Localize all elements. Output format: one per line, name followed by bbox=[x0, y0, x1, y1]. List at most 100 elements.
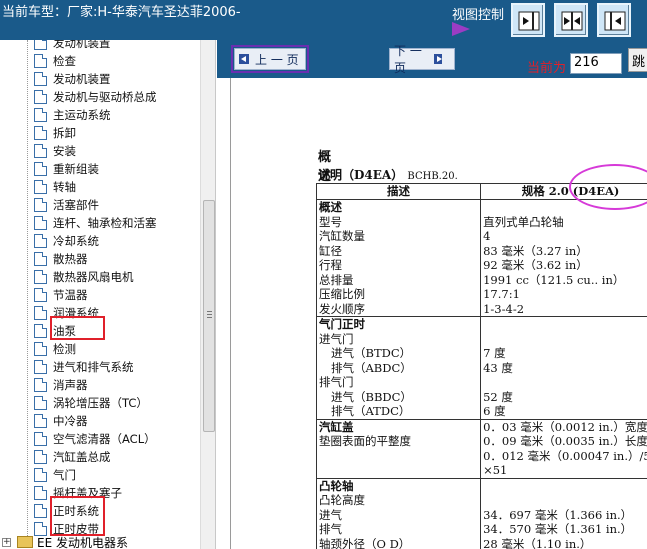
current-page-label: 当前为 bbox=[527, 61, 567, 76]
jump-button[interactable]: 跳 bbox=[628, 48, 647, 72]
tree-item[interactable]: 散热器 bbox=[34, 250, 88, 268]
tree-item[interactable]: 冷却系统 bbox=[34, 232, 99, 250]
cell-line: 凸轮轴 bbox=[319, 478, 354, 493]
view-collapse-right-button[interactable] bbox=[597, 3, 631, 37]
column-header-description: 描述 bbox=[315, 183, 482, 200]
cell-line bbox=[483, 317, 647, 332]
document-icon bbox=[34, 54, 47, 68]
tree-item-label: 检测 bbox=[53, 342, 76, 356]
cell-line: 总排量 bbox=[319, 272, 354, 287]
view-collapse-left-button[interactable] bbox=[511, 3, 545, 37]
spec-table-row: 气门正时 进气门 进气（BTDC） 排气（ABDC） 排气门 进气（BBDC） 排气（ATD… bbox=[315, 316, 647, 420]
tree-item[interactable]: 转轴 bbox=[34, 178, 76, 196]
document-icon bbox=[34, 432, 47, 446]
tree-folder-ee[interactable]: + EE 发动机电器系 bbox=[2, 534, 128, 549]
tree-item[interactable]: 汽缸盖总成 bbox=[34, 448, 111, 466]
previous-page-label: 上 一 页 bbox=[255, 52, 299, 67]
tree-item[interactable]: 检查 bbox=[34, 52, 76, 70]
spec-cell: 0．03 毫米（0.0012 in.）宽度 0．09 毫米（0.0035 in.）… bbox=[480, 418, 647, 479]
tree-item[interactable]: 消声器 bbox=[34, 376, 88, 394]
description-cell: 气门正时 进气门 进气（BTDC） 排气（ABDC） 排气门 进气（BBDC） 排气（ATD… bbox=[315, 316, 482, 420]
tree-item[interactable]: 检测 bbox=[34, 340, 76, 358]
document-icon bbox=[34, 252, 47, 266]
tree-item[interactable]: 连杆、轴承检和活塞 bbox=[34, 214, 157, 232]
tree-item[interactable]: 发动机装置 bbox=[34, 70, 111, 88]
cell-line: 排气（ATDC） bbox=[331, 404, 411, 418]
cell-line: 排气门 bbox=[319, 375, 354, 389]
cell-line: 压缩比例 bbox=[319, 287, 365, 301]
cell-line: 凸轮高度 bbox=[319, 493, 365, 507]
tree-item-label: 发动机装置 bbox=[53, 40, 111, 50]
tree-item-label: 连杆、轴承检和活塞 bbox=[53, 216, 157, 230]
tree-item-label: 安装 bbox=[53, 144, 76, 158]
cell-line: 排气（ABDC） bbox=[331, 360, 412, 375]
arrow-right-icon bbox=[433, 54, 442, 64]
cell-line: 0．09 毫米（0.0035 in.）长度 bbox=[483, 434, 647, 448]
cell-line bbox=[483, 493, 647, 508]
document-icon bbox=[34, 306, 47, 320]
tree-item[interactable]: 主运动系统 bbox=[34, 106, 111, 124]
tree-item[interactable]: 发动机装置 bbox=[34, 40, 111, 52]
document-icon bbox=[34, 90, 47, 104]
cell-line: 汽缸数量 bbox=[319, 229, 365, 243]
tree-item[interactable]: 进气和排气系统 bbox=[34, 358, 134, 376]
highlight-box-oil-pump bbox=[50, 316, 105, 340]
tree-item[interactable]: 重新组装 bbox=[34, 160, 99, 178]
scrollbar-thumb[interactable] bbox=[203, 200, 215, 432]
spec-cell: 7 度 43 度 52 度6 度 bbox=[480, 316, 647, 420]
current-page-input[interactable]: 216 bbox=[570, 53, 622, 74]
panel-left-icon bbox=[604, 11, 626, 31]
tree-item[interactable]: 节温器 bbox=[34, 286, 88, 304]
cell-line: 43 度 bbox=[483, 360, 513, 375]
cell-line: 直列式单凸轮轴 bbox=[483, 214, 564, 229]
document-viewer[interactable]: 概述 说明（D4EA） BCHB.20. 描述 规格 2.0 (D4EA) 概述… bbox=[230, 78, 647, 549]
cell-line: ×51 bbox=[483, 463, 508, 477]
section-subtitle: 说明（D4EA） BCHB.20. bbox=[318, 166, 458, 183]
spec-table: 描述 规格 2.0 (D4EA) 概述 型号 汽缸数量 缸径 行程 总排量 压缩比例 发火顺序… bbox=[315, 183, 647, 549]
cell-line: 汽缸盖 bbox=[319, 419, 354, 434]
spec-table-body: 概述 型号 汽缸数量 缸径 行程 总排量 压缩比例 发火顺序 直列式单凸轮轴 4 83 毫米（3.… bbox=[315, 199, 647, 549]
view-control-arrow-icon bbox=[452, 22, 470, 36]
folder-icon bbox=[17, 536, 33, 548]
document-icon bbox=[34, 450, 47, 464]
cell-line: 进气 bbox=[319, 507, 342, 522]
tree-vertical-scrollbar[interactable] bbox=[200, 40, 215, 549]
tree-item[interactable]: 安装 bbox=[34, 142, 76, 160]
spec-cell: 34．697 毫米（1.366 in.） 34．570 毫米（1.361 in.）… bbox=[480, 477, 647, 549]
tree-item[interactable]: 涡轮增压器（TC） bbox=[34, 394, 148, 412]
tree-item[interactable]: 拆卸 bbox=[34, 124, 76, 142]
panel-right-icon bbox=[518, 11, 540, 31]
cell-line bbox=[483, 332, 647, 347]
tree-item[interactable]: 发动机与驱动桥总成 bbox=[34, 88, 157, 106]
previous-page-button[interactable]: 上 一 页 bbox=[231, 45, 309, 73]
cell-line: 83 毫米（3.27 in） bbox=[483, 243, 588, 258]
document-icon bbox=[34, 396, 47, 410]
tree-item[interactable]: 气门 bbox=[34, 466, 76, 484]
tree-item-label: 发动机装置 bbox=[53, 72, 111, 86]
tree-item[interactable]: 空气滤清器（ACL） bbox=[34, 430, 156, 448]
tree-item[interactable]: 散热器风扇电机 bbox=[34, 268, 134, 286]
document-icon bbox=[34, 360, 47, 374]
tree-item[interactable]: 活塞部件 bbox=[34, 196, 99, 214]
document-icon bbox=[34, 72, 47, 86]
tree-item-label: 拆卸 bbox=[53, 126, 76, 140]
cell-line: 概述 bbox=[319, 200, 342, 214]
tree-connector-line bbox=[27, 40, 28, 540]
expand-icon[interactable]: + bbox=[2, 537, 11, 547]
tree-item-label: 重新组装 bbox=[53, 162, 99, 176]
document-icon bbox=[34, 198, 47, 212]
cell-line: 气门正时 bbox=[319, 317, 365, 331]
tree-item-label: 活塞部件 bbox=[53, 198, 99, 212]
document-icon bbox=[34, 108, 47, 122]
view-split-button[interactable] bbox=[554, 3, 588, 37]
tree-item[interactable]: 中冷器 bbox=[34, 412, 88, 430]
tree-item-label: 主运动系统 bbox=[53, 108, 111, 122]
highlight-box-timing bbox=[50, 496, 105, 536]
document-icon bbox=[34, 468, 47, 482]
next-page-button[interactable]: 下 一 页 bbox=[389, 44, 455, 75]
cell-line: 28 毫米（1.10 in.） bbox=[483, 536, 592, 549]
tree-item-label: 气门 bbox=[53, 468, 76, 482]
tree-item-label: 发动机与驱动桥总成 bbox=[53, 90, 157, 104]
document-icon bbox=[34, 216, 47, 230]
cell-line: 发火顺序 bbox=[319, 301, 365, 316]
